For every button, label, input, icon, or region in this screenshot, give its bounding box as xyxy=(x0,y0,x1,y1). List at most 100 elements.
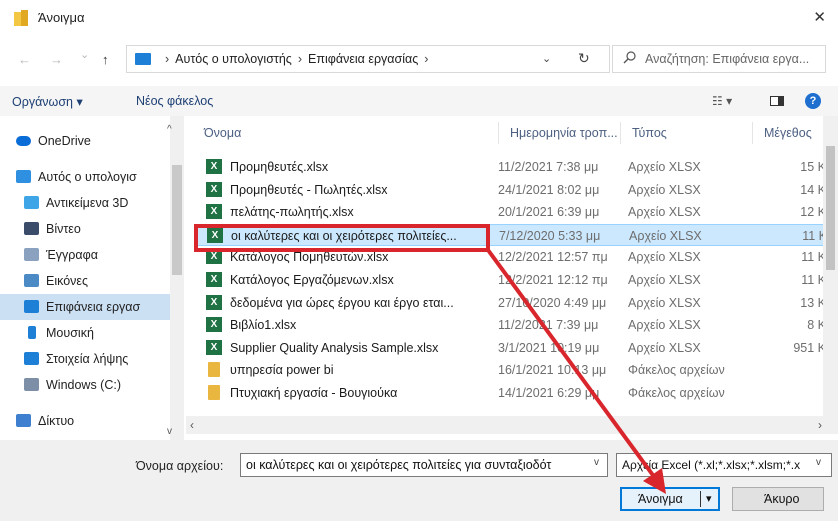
split-divider xyxy=(700,491,701,507)
file-type: Αρχείο XLSX xyxy=(628,318,701,333)
file-type: Αρχείο XLSX xyxy=(628,182,701,197)
column-divider[interactable] xyxy=(498,122,499,144)
sidebar-item[interactable]: Αντικείμενα 3D xyxy=(0,190,170,216)
cancel-button[interactable]: Άκυρο xyxy=(732,487,824,511)
organize-button[interactable]: Οργάνωση ▾ xyxy=(12,94,83,109)
file-row[interactable]: X Προμηθευτές.xlsx 11/2/2021 7:38 μμ Αρχείο… xyxy=(196,156,826,178)
sidebar-item-label: Αυτός ο υπολογισ xyxy=(38,170,137,184)
excel-file-icon: X xyxy=(206,339,222,355)
sidebar-item[interactable]: Μουσική xyxy=(0,320,170,346)
file-name: πελάτης-πωλητής.xlsx xyxy=(230,205,354,220)
recent-locations-icon[interactable]: ⌄ xyxy=(80,48,89,61)
file-name: Βιβλίο1.xlsx xyxy=(230,318,297,333)
drive-icon xyxy=(24,378,39,391)
column-header-type[interactable]: Τύπος xyxy=(632,126,667,140)
file-type: Φάκελος αρχείων xyxy=(628,363,725,378)
network-icon xyxy=(16,414,31,427)
file-size: 11 K xyxy=(801,250,826,265)
new-folder-button[interactable]: Νέος φάκελος xyxy=(136,94,213,108)
file-row[interactable]: Xοι καλύτερες και οι χειρότερες πολιτείε… xyxy=(196,223,827,246)
open-button[interactable]: Άνοιγμα ▾ xyxy=(620,487,720,511)
file-row[interactable]: X Προμηθευτές - Πωλητές.xlsx 24/1/2021 8:0… xyxy=(196,179,826,201)
folder-icon xyxy=(135,53,151,65)
scroll-right-icon[interactable]: › xyxy=(818,418,822,432)
open-dropdown-icon[interactable]: ▾ xyxy=(706,492,712,505)
close-icon[interactable]: ✕ xyxy=(813,8,826,26)
chevron-down-icon[interactable]: v xyxy=(594,457,599,468)
film-icon xyxy=(24,222,39,235)
file-date: 12/2/2021 12:12 πμ xyxy=(498,273,608,287)
refresh-icon[interactable]: ↻ xyxy=(578,50,590,67)
sidebar-item-label: Εικόνες xyxy=(46,274,89,288)
file-row[interactable]: X Κατάλογος Πομηθευτών.xlsx 12/2/2021 12:5… xyxy=(196,246,826,268)
file-list-scrollbar-thumb[interactable] xyxy=(826,146,835,270)
forward-arrow-icon[interactable]: → xyxy=(50,52,63,67)
search-placeholder: Αναζήτηση: Επιφάνεια εργα... xyxy=(645,52,810,66)
open-button-label: Άνοιγμα xyxy=(638,492,683,506)
file-size: 951 K xyxy=(793,340,826,355)
sidebar-item[interactable]: Windows (C:) xyxy=(0,372,170,398)
file-date: 7/12/2020 5:33 μμ xyxy=(499,228,601,243)
navigation-pane[interactable]: OneDrive Αυτός ο υπολογισ Αντικείμενα 3D Βί… xyxy=(0,116,183,446)
file-date: 24/1/2021 8:02 μμ xyxy=(498,182,600,197)
filename-input[interactable]: οι καλύτερες και οι χειρότερες πολιτείες… xyxy=(240,453,608,477)
file-type: Φάκελος αρχείων xyxy=(628,386,725,400)
excel-file-icon: X xyxy=(206,249,222,265)
folder-open-icon xyxy=(14,10,28,26)
sidebar-item-label: Βίντεο xyxy=(46,222,81,236)
sidebar-item[interactable]: OneDrive xyxy=(0,128,170,154)
download-icon xyxy=(24,352,39,365)
search-input[interactable]: Αναζήτηση: Επιφάνεια εργα... xyxy=(612,45,826,73)
sidebar-item[interactable]: Στοιχεία λήψης xyxy=(0,346,170,372)
excel-file-icon: X xyxy=(206,159,222,174)
file-row[interactable]: Πτυχιακή εργασία - Βουγιούκα 14/1/2021 6:… xyxy=(196,382,826,404)
sidebar-item[interactable]: Επιφάνεια εργασ xyxy=(0,294,170,320)
file-row[interactable]: υπηρεσία power bi 16/1/2021 10:13 μμ Φάκελ… xyxy=(196,359,826,381)
file-type: Αρχείο XLSX xyxy=(628,273,701,287)
preview-pane-icon[interactable] xyxy=(770,96,784,106)
file-list[interactable]: Όνομα Ημερομηνία τροπ... Τύπος Μέγεθος X… xyxy=(186,116,838,426)
sidebar-scrollbar-thumb[interactable] xyxy=(172,165,182,275)
file-date: 27/10/2020 4:49 μμ xyxy=(498,295,607,310)
scroll-up-icon[interactable]: ^ xyxy=(167,124,172,135)
file-row[interactable]: Xπελάτης-πωλητής.xlsx 20/1/2021 6:39 μμ Αρ… xyxy=(196,201,826,223)
up-arrow-icon[interactable]: ↑ xyxy=(102,52,109,67)
scroll-down-icon[interactable]: v xyxy=(167,426,172,437)
change-view-icon[interactable]: ☷ ▾ xyxy=(712,94,732,108)
scroll-left-icon[interactable]: ‹ xyxy=(190,418,194,432)
help-icon[interactable]: ? xyxy=(805,93,821,109)
breadcrumb-this-pc[interactable]: Αυτός ο υπολογιστής xyxy=(175,52,292,66)
excel-file-icon: X xyxy=(206,317,222,333)
file-type: Αρχείο XLSX xyxy=(629,228,702,243)
file-type: Αρχείο XLSX xyxy=(628,250,701,265)
chevron-down-icon[interactable]: ⌄ xyxy=(542,52,551,65)
sidebar-item[interactable]: Δίκτυο xyxy=(0,408,170,434)
file-row[interactable]: X Κατάλογος Εργαζόμενων.xlsx 12/2/2021 12:… xyxy=(196,269,826,291)
file-row[interactable]: X Βιβλίο1.xlsx 11/2/2021 7:39 μμ Αρχείο XLS… xyxy=(196,314,826,336)
file-name: Προμηθευτές - Πωλητές.xlsx xyxy=(230,182,388,197)
window-title: Άνοιγμα xyxy=(38,10,85,25)
address-bar[interactable]: › Αυτός ο υπολογιστής › Επιφάνεια εργασίας › xyxy=(126,45,610,73)
column-divider[interactable] xyxy=(752,122,753,144)
file-name: Κατάλογος Πομηθευτών.xlsx xyxy=(230,250,389,265)
sidebar-item[interactable]: Βίντεο xyxy=(0,216,170,242)
horizontal-scrollbar[interactable] xyxy=(186,416,838,434)
file-name: Supplier Quality Analysis Sample.xlsx xyxy=(230,340,439,355)
column-divider[interactable] xyxy=(620,122,621,144)
sidebar-item[interactable]: Αυτός ο υπολογισ xyxy=(0,164,170,190)
file-type-select[interactable]: Αρχεία Excel (*.xl;*.xlsx;*.xlsm;*.x xyxy=(616,453,832,477)
command-bar: Οργάνωση ▾ Νέος φάκελος ☷ ▾ ? xyxy=(0,86,838,116)
column-header-name[interactable]: Όνομα xyxy=(204,126,241,140)
desktop-icon xyxy=(24,300,39,313)
column-header-date[interactable]: Ημερομηνία τροπ... xyxy=(510,126,618,140)
sidebar-item[interactable]: Εικόνες xyxy=(0,268,170,294)
folder-icon xyxy=(208,385,220,400)
sidebar-item[interactable]: Έγγραφα xyxy=(0,242,170,268)
chevron-down-icon[interactable]: v xyxy=(816,457,821,468)
breadcrumb-desktop[interactable]: Επιφάνεια εργασίας xyxy=(308,52,418,66)
column-header-size[interactable]: Μέγεθος xyxy=(764,126,812,140)
file-row[interactable]: Xδεδομένα για ώρες έργου και έργο εται..… xyxy=(196,292,826,314)
back-arrow-icon[interactable]: ← xyxy=(18,52,31,67)
file-row[interactable]: X Supplier Quality Analysis Sample.xlsx 3/… xyxy=(196,337,826,359)
file-name: δεδομένα για ώρες έργου και έργο εται... xyxy=(230,295,454,310)
